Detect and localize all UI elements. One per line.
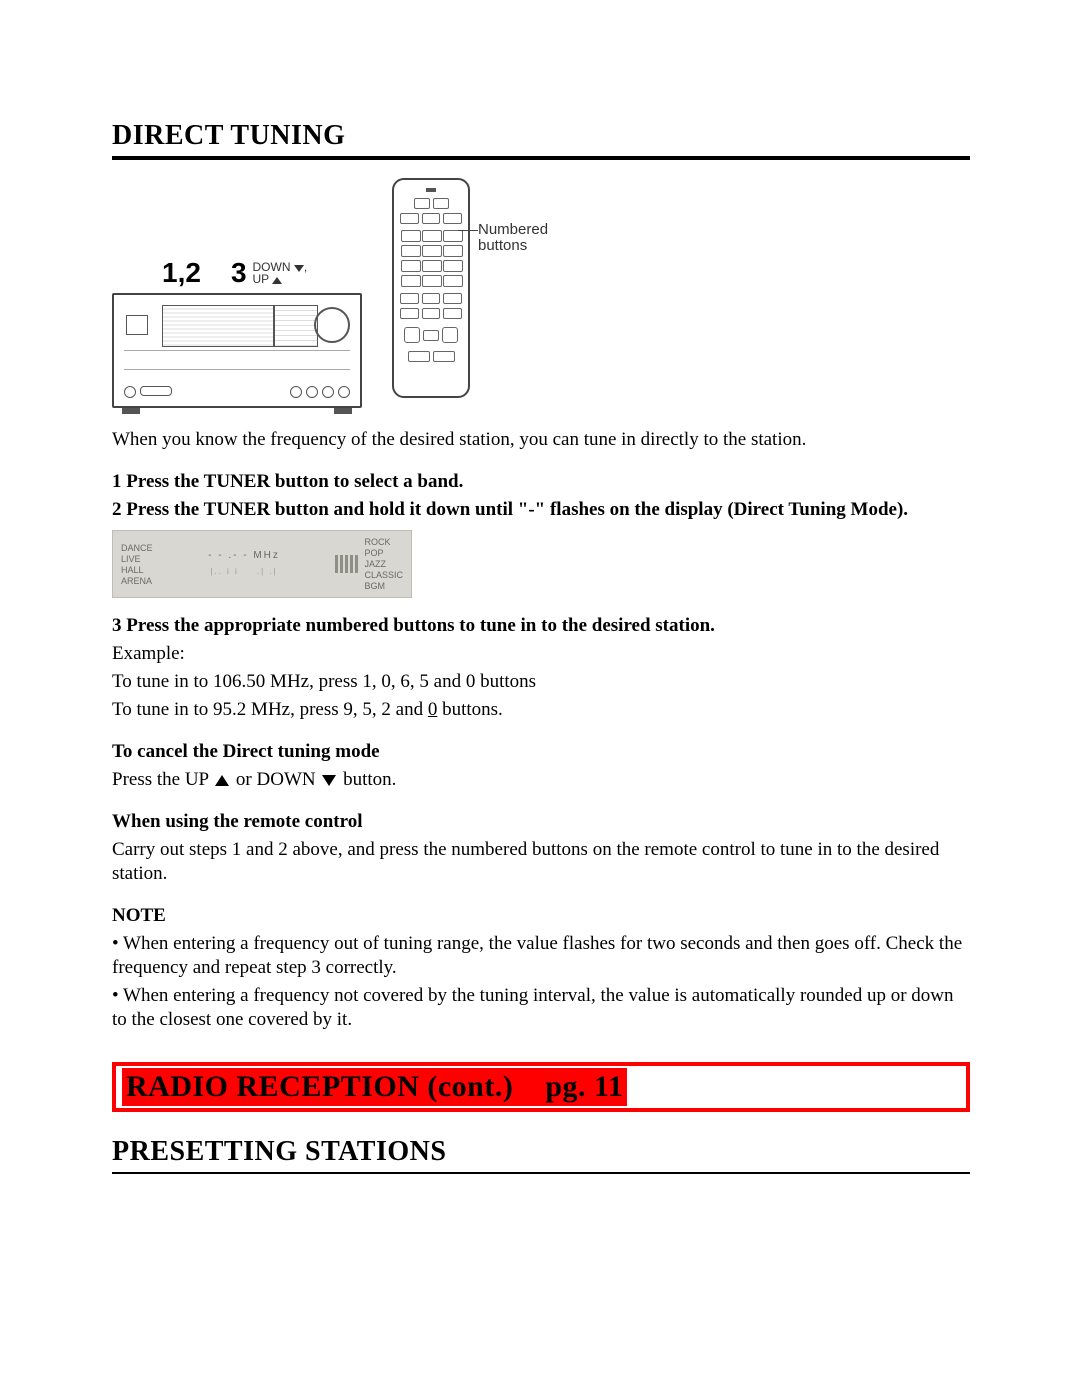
step-3: 3 Press the appropriate numbered buttons… <box>112 614 970 638</box>
example-1: To tune in to 106.50 MHz, press 1, 0, 6,… <box>112 670 970 694</box>
receiver-figure: 1,2 3 DOWN , UP <box>112 257 372 408</box>
remote-numbered-buttons-label: Numbered buttons <box>478 222 548 254</box>
triangle-down-icon <box>294 265 304 272</box>
page-reference-callout: RADIO RECEPTION (cont.) pg. 11 <box>112 1062 970 1112</box>
heading-rule <box>112 1172 970 1174</box>
step-1: 1 Press the TUNER button to select a ban… <box>112 470 970 494</box>
lcd-mhz-readout: - - .- - MHz <box>208 551 280 561</box>
triangle-up-icon <box>215 775 229 786</box>
example-label: Example: <box>112 642 970 666</box>
triangle-up-icon <box>272 277 282 284</box>
note-heading: NOTE <box>112 904 970 928</box>
lcd-left-labels: DANCE LIVE HALL ARENA <box>121 543 153 586</box>
lcd-right-labels: ROCK POP JAZZ CLASSIC BGM <box>364 537 403 591</box>
remote-diagram <box>392 178 470 398</box>
note-2: • When entering a frequency not covered … <box>112 984 970 1032</box>
receiver-diagram <box>112 293 362 408</box>
step-2: 2 Press the TUNER button and hold it dow… <box>112 498 970 522</box>
section-heading-direct-tuning: DIRECT TUNING <box>112 120 970 152</box>
remote-figure: Numbered buttons <box>392 178 562 408</box>
triangle-down-icon <box>322 775 336 786</box>
lcd-display-figure: DANCE LIVE HALL ARENA - - .- - MHz |.. i… <box>112 530 412 598</box>
intro-text: When you know the frequency of the desir… <box>112 428 970 452</box>
down-up-labels: DOWN , UP <box>253 261 308 285</box>
page-reference-text: RADIO RECEPTION (cont.) pg. 11 <box>122 1068 627 1106</box>
remote-body: Carry out steps 1 and 2 above, and press… <box>112 838 970 886</box>
heading-rule <box>112 156 970 160</box>
manual-page: DIRECT TUNING 1,2 3 DOWN , UP <box>0 0 1080 1397</box>
callout-label-3: 3 <box>231 257 247 289</box>
cancel-heading: To cancel the Direct tuning mode <box>112 740 970 764</box>
cancel-body: Press the UP or DOWN button. <box>112 768 970 792</box>
remote-heading: When using the remote control <box>112 810 970 834</box>
example-2: To tune in to 95.2 MHz, press 9, 5, 2 an… <box>112 698 970 722</box>
callout-label-12: 1,2 <box>162 257 201 289</box>
note-1: • When entering a frequency out of tunin… <box>112 932 970 980</box>
section-heading-presetting-stations: PRESETTING STATIONS <box>112 1136 970 1168</box>
figure-row: 1,2 3 DOWN , UP <box>112 178 970 408</box>
body-text: When you know the frequency of the desir… <box>112 428 970 1032</box>
